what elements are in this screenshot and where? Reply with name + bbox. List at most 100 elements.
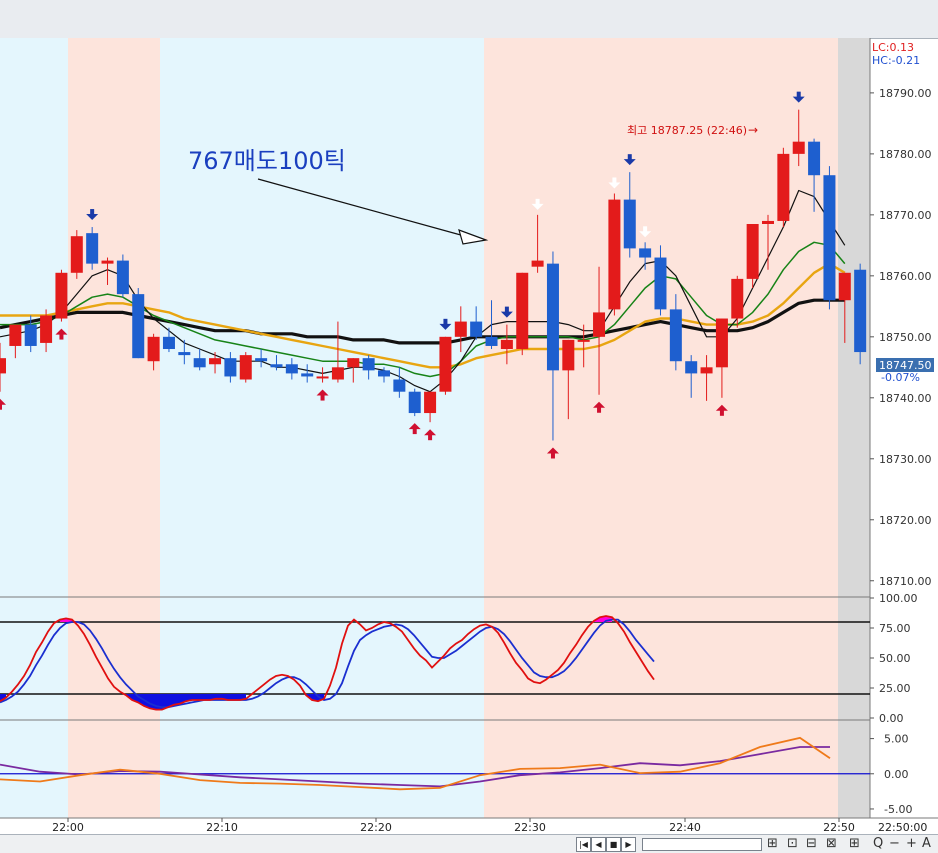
stochastic-tick-label: 100.00 bbox=[879, 592, 918, 605]
candle-body bbox=[209, 358, 222, 365]
time-tick-label: 22:10 bbox=[206, 821, 238, 834]
candle-body bbox=[746, 224, 759, 279]
macd-tick-label: -5.00 bbox=[884, 803, 912, 816]
candle-body bbox=[623, 199, 636, 249]
candle-body bbox=[593, 312, 606, 337]
candle-body bbox=[700, 367, 713, 374]
zoom-out-icon[interactable]: Q bbox=[873, 835, 883, 852]
top-toolbar bbox=[0, 0, 938, 39]
price-tick-label: 18790.00 bbox=[879, 87, 932, 100]
candle-body bbox=[531, 260, 544, 267]
tool-icon-5[interactable]: ⊞ bbox=[849, 835, 860, 852]
buy-signal-arrow bbox=[550, 452, 555, 459]
first-page-button[interactable]: |◀ bbox=[576, 837, 591, 852]
candle-body bbox=[685, 361, 698, 374]
candle-body bbox=[270, 364, 283, 368]
buy-signal-arrow bbox=[0, 403, 2, 410]
price-tick-label: 18730.00 bbox=[879, 453, 932, 466]
stochastic-tick-label: 75.00 bbox=[879, 622, 911, 635]
candle-body bbox=[255, 358, 268, 362]
tool-icon-2[interactable]: ⊡ bbox=[787, 835, 798, 852]
candle-body bbox=[608, 199, 621, 310]
candle-body bbox=[178, 352, 191, 356]
candle-body bbox=[408, 391, 421, 414]
stop-button[interactable]: ■ bbox=[606, 837, 621, 852]
session-background bbox=[0, 38, 870, 818]
scroll-bar[interactable] bbox=[642, 838, 762, 851]
price-tick-label: 18760.00 bbox=[879, 270, 932, 283]
candle-body bbox=[55, 272, 68, 319]
high-marker-label: 최고 18787.25 (22:46) bbox=[627, 124, 747, 137]
candle-body bbox=[762, 220, 774, 224]
candle-body bbox=[470, 321, 483, 337]
candle-body bbox=[9, 324, 22, 346]
chart-area[interactable]: 18710.00 18720.00 18730.00 18740.00 18750.00… bbox=[0, 38, 938, 834]
candle-body bbox=[378, 370, 390, 377]
next-button[interactable]: ▶ bbox=[621, 837, 636, 852]
stochastic-tick-label: 50.00 bbox=[879, 652, 911, 665]
candle-body bbox=[40, 315, 53, 343]
macd-tick-label: 0.00 bbox=[884, 768, 909, 781]
candle-body bbox=[162, 336, 175, 350]
candle-body bbox=[838, 272, 851, 301]
candle-body bbox=[347, 358, 360, 368]
candle-body bbox=[224, 358, 237, 377]
tool-icon-3[interactable]: ⊟ bbox=[806, 835, 817, 852]
high-marker-arrow-icon: → bbox=[748, 123, 758, 137]
tool-icon-4[interactable]: ⊠ bbox=[826, 835, 837, 852]
time-tick-label: 22:30 bbox=[514, 821, 546, 834]
macd-tick-label: 5.00 bbox=[884, 733, 909, 746]
candle-body bbox=[792, 141, 805, 154]
price-tick-label: 18740.00 bbox=[879, 392, 932, 405]
candle-body bbox=[393, 379, 406, 392]
font-button[interactable]: A bbox=[922, 835, 931, 852]
bottom-toolbar: |◀ ◀ ■ ▶ ⊞ ⊡ ⊟ ⊠ ⊞ Q − + A bbox=[0, 834, 938, 853]
prev-button[interactable]: ◀ bbox=[591, 837, 606, 852]
candle-body bbox=[439, 336, 452, 392]
future-area bbox=[838, 38, 870, 818]
candle-body bbox=[669, 309, 682, 362]
candle-body bbox=[132, 294, 145, 359]
candle-body bbox=[854, 269, 867, 353]
session-band bbox=[0, 38, 68, 818]
candle-body bbox=[24, 324, 37, 346]
candle-body bbox=[500, 339, 513, 350]
plus-button[interactable]: + bbox=[906, 835, 917, 852]
time-tick-label: 22:50 bbox=[823, 821, 855, 834]
time-tick-label: 22:00 bbox=[52, 821, 84, 834]
hc-indicator: HC:-0.21 bbox=[872, 54, 920, 67]
candle-body bbox=[116, 260, 129, 295]
candle-body bbox=[147, 336, 160, 362]
candle-body bbox=[808, 141, 821, 176]
minus-button[interactable]: − bbox=[889, 835, 900, 852]
price-tick-label: 18770.00 bbox=[879, 209, 932, 222]
price-tick-label: 18780.00 bbox=[879, 148, 932, 161]
buy-signal-arrow bbox=[597, 406, 602, 413]
tool-icon-1[interactable]: ⊞ bbox=[767, 835, 778, 852]
candle-body bbox=[424, 391, 437, 414]
buy-signal-arrow bbox=[428, 434, 433, 441]
candle-body bbox=[777, 153, 790, 221]
stochastic-tick-label: 0.00 bbox=[879, 712, 904, 725]
candle-body bbox=[823, 175, 836, 301]
candle-body bbox=[516, 272, 529, 350]
buy-signal-arrow bbox=[719, 409, 724, 416]
candle-body bbox=[316, 376, 329, 379]
candle-body bbox=[639, 248, 652, 258]
price-tick-label: 18710.00 bbox=[879, 575, 932, 588]
buy-signal-arrow bbox=[412, 428, 417, 435]
candle-body bbox=[362, 358, 375, 371]
price-tick-label: 18750.00 bbox=[879, 331, 932, 344]
candle-body bbox=[731, 278, 744, 319]
candle-body bbox=[70, 236, 83, 273]
buy-signal-arrow bbox=[59, 333, 64, 340]
candle-body bbox=[454, 321, 467, 337]
candle-body bbox=[562, 339, 575, 371]
candle-body bbox=[546, 263, 559, 371]
candle-body bbox=[331, 367, 344, 380]
stochastic-tick-label: 25.00 bbox=[879, 682, 911, 695]
candle-body bbox=[0, 358, 6, 374]
candle-body bbox=[285, 364, 298, 374]
candle-body bbox=[301, 373, 314, 377]
candle-body bbox=[239, 355, 252, 380]
